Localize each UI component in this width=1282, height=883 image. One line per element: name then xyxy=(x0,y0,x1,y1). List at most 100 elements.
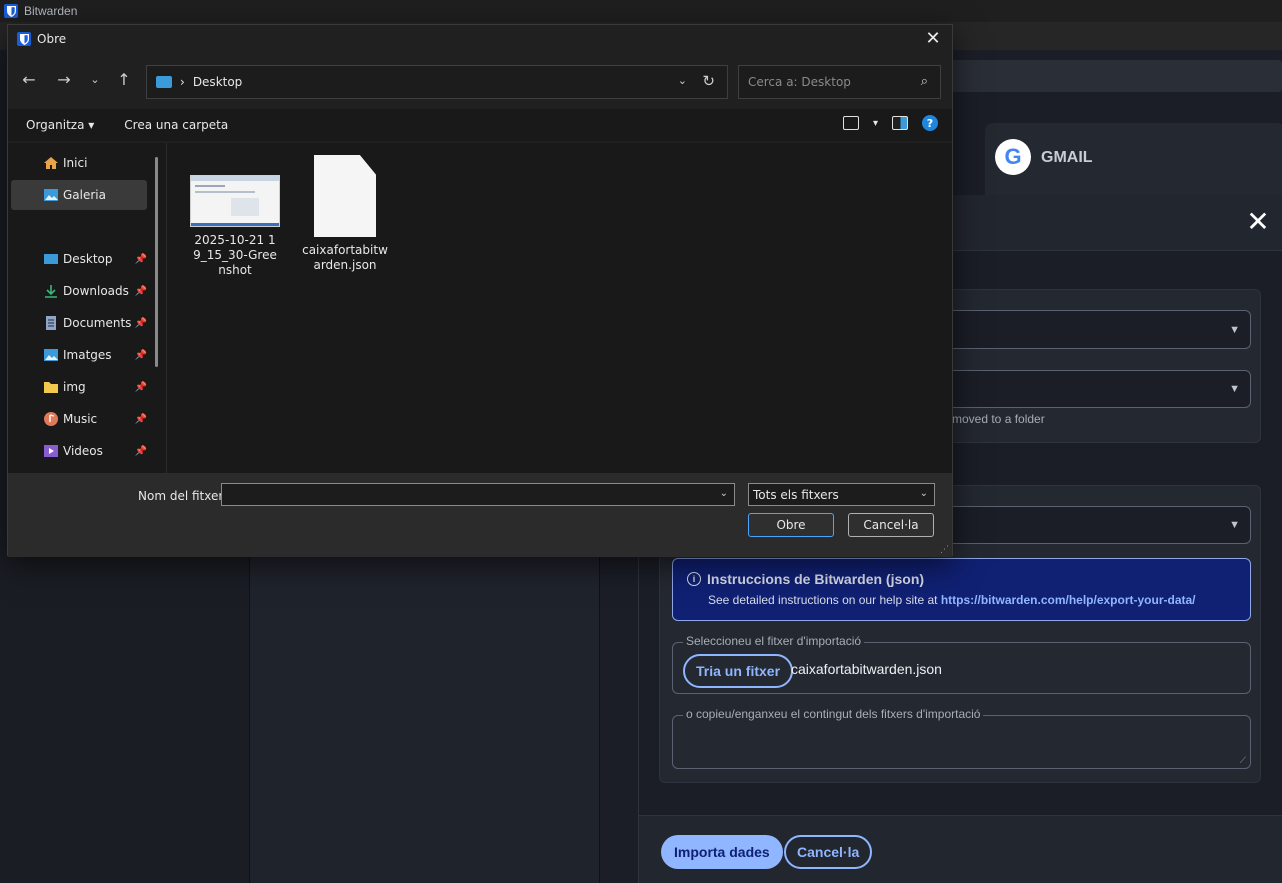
file-open-dialog: Obre ✕ ← → ⌄ ↑ › Desktop ⌄ ↻ Cerca a: De… xyxy=(7,24,953,557)
sidebar-item-label: img xyxy=(63,380,86,394)
music-icon xyxy=(44,412,58,426)
folder-icon xyxy=(44,382,58,393)
file-name: caixafortabitwarden.json xyxy=(302,243,388,272)
documents-icon xyxy=(46,316,56,330)
navigation-pane: Inici Galeria Desktop 📌 Downloads 📌 Docu… xyxy=(8,143,166,473)
address-bar[interactable]: › Desktop ⌄ ↻ xyxy=(146,65,728,99)
app-titlebar: Bitwarden xyxy=(0,0,1282,22)
chevron-down-icon[interactable]: ⌄ xyxy=(720,488,728,499)
pin-icon[interactable]: 📌 xyxy=(135,446,147,457)
sidebar-item-label: Desktop xyxy=(63,252,113,266)
cancel-button[interactable]: Cancel·la xyxy=(848,513,934,537)
sidebar-item-downloads[interactable]: Downloads 📌 xyxy=(11,276,147,306)
sidebar-item-label: Galeria xyxy=(63,188,106,202)
folder-hint: moved to a folder xyxy=(952,412,1045,426)
chevron-down-icon[interactable]: ⌄ xyxy=(84,69,106,91)
pin-icon[interactable]: 📌 xyxy=(135,414,147,425)
help-icon[interactable]: ? xyxy=(922,115,938,131)
sidebar-item-desktop[interactable]: Desktop 📌 xyxy=(11,244,147,274)
download-icon xyxy=(45,285,57,298)
sidebar-item-label: Inici xyxy=(63,156,88,170)
sidebar-item-label: Music xyxy=(63,412,98,426)
app-title: Bitwarden xyxy=(24,4,78,18)
close-icon[interactable]: ✕ xyxy=(922,28,944,50)
search-input[interactable]: Cerca a: Desktop ⌕ xyxy=(738,65,941,99)
open-button[interactable]: Obre xyxy=(748,513,834,537)
info-icon: i xyxy=(687,572,701,586)
nav-pane-scrollbar[interactable] xyxy=(155,157,158,367)
refresh-icon[interactable]: ↻ xyxy=(702,72,715,90)
home-icon xyxy=(44,157,58,169)
bitwarden-logo-icon xyxy=(17,32,31,46)
up-arrow-icon[interactable]: ↑ xyxy=(113,69,135,91)
sidebar-item-music[interactable]: Music 📌 xyxy=(11,404,147,434)
bitwarden-logo-icon xyxy=(4,4,18,18)
pin-icon[interactable]: 📌 xyxy=(135,318,147,329)
import-data-button[interactable]: Importa dades xyxy=(661,835,783,869)
chosen-file-name: caixafortabitwarden.json xyxy=(791,661,942,677)
pin-icon[interactable]: 📌 xyxy=(135,382,147,393)
breadcrumb-separator-icon: › xyxy=(180,75,185,89)
close-icon[interactable]: ✕ xyxy=(1243,207,1273,237)
breadcrumb: Desktop xyxy=(192,75,243,89)
file-item[interactable]: 2025-10-21 19_15_30-Greenshot xyxy=(187,143,283,278)
instructions-callout: i Instruccions de Bitwarden (json) See d… xyxy=(672,558,1251,621)
file-dialog-bottom-bar: Nom del fitxer: ⌄ Tots els fitxers ⌄ Obr… xyxy=(8,473,952,557)
file-type-select[interactable]: Tots els fitxers ⌄ xyxy=(748,483,935,506)
forward-arrow-icon[interactable]: → xyxy=(53,69,75,91)
resize-grip-icon[interactable]: ⋰ xyxy=(940,545,949,555)
sidebar-item-label: Documents xyxy=(63,316,132,330)
json-file-icon xyxy=(314,155,376,237)
file-dialog-navbar: ← → ⌄ ↑ › Desktop ⌄ ↻ Cerca a: Desktop ⌕ xyxy=(8,61,952,101)
gmail-item-name: GMAIL xyxy=(1041,149,1093,166)
sidebar-item-documents[interactable]: Documents 📌 xyxy=(11,308,147,338)
file-dialog-titlebar: Obre ✕ xyxy=(8,25,952,53)
instructions-title: Instruccions de Bitwarden (json) xyxy=(707,571,925,587)
sidebar-item-home[interactable]: Inici xyxy=(11,148,147,178)
google-icon: G xyxy=(995,139,1031,175)
pin-icon[interactable]: 📌 xyxy=(135,350,147,361)
pin-icon[interactable]: 📌 xyxy=(135,254,147,265)
sidebar-item-videos[interactable]: Videos 📌 xyxy=(11,436,147,466)
paste-contents-legend: o copieu/enganxeu el contingut dels fitx… xyxy=(683,707,984,721)
search-placeholder: Cerca a: Desktop xyxy=(748,75,851,89)
desktop-icon xyxy=(44,254,58,264)
sidebar-item-gallery[interactable]: Galeria xyxy=(11,180,147,210)
pin-icon[interactable]: 📌 xyxy=(135,286,147,297)
choose-file-button[interactable]: Tria un fitxer xyxy=(683,654,794,688)
search-icon: ⌕ xyxy=(920,74,928,89)
resize-handle-icon[interactable]: ⟋ xyxy=(1240,755,1246,766)
screenshot-thumbnail-icon xyxy=(190,175,280,227)
sidebar-item-label: Downloads xyxy=(63,284,129,298)
preview-pane-icon[interactable] xyxy=(892,116,908,130)
file-item[interactable]: caixafortabitwarden.json xyxy=(297,143,393,273)
chevron-down-icon[interactable]: ▾ xyxy=(873,118,878,129)
sidebar-item-label: Imatges xyxy=(63,348,112,362)
chevron-down-icon: ⌄ xyxy=(919,488,928,499)
cancel-import-button[interactable]: Cancel·la xyxy=(784,835,873,869)
file-list: 2025-10-21 19_15_30-Greenshot caixaforta… xyxy=(166,143,952,473)
new-folder-button[interactable]: Crea una carpeta xyxy=(124,118,228,132)
file-select-fieldset: Seleccioneu el fitxer d'importació Tria … xyxy=(672,634,1251,694)
filename-input[interactable]: ⌄ xyxy=(221,483,735,506)
view-mode-icon[interactable] xyxy=(842,116,859,130)
desktop-icon xyxy=(156,76,172,88)
back-arrow-icon[interactable]: ← xyxy=(18,69,40,91)
sidebar-item-pictures[interactable]: Imatges 📌 xyxy=(11,340,147,370)
filename-label: Nom del fitxer: xyxy=(138,489,228,503)
chevron-down-icon[interactable]: ⌄ xyxy=(678,74,687,87)
paste-contents-textarea[interactable]: o copieu/enganxeu el contingut dels fitx… xyxy=(672,707,1251,769)
help-link[interactable]: https://bitwarden.com/help/export-your-d… xyxy=(941,593,1196,607)
videos-icon xyxy=(44,445,58,457)
file-dialog-toolbar: Organitza ▾ Crea una carpeta ▾ ? xyxy=(8,109,952,141)
sidebar-item-label: Videos xyxy=(63,444,103,458)
gmail-item-card[interactable]: G GMAIL xyxy=(985,123,1282,203)
gallery-icon xyxy=(44,189,58,201)
sidebar-item-img[interactable]: img 📌 xyxy=(11,372,147,402)
file-select-legend: Seleccioneu el fitxer d'importació xyxy=(683,634,865,648)
file-name: 2025-10-21 19_15_30-Greenshot xyxy=(193,233,277,277)
instructions-text: See detailed instructions on our help si… xyxy=(708,593,938,607)
organize-menu[interactable]: Organitza ▾ xyxy=(26,118,94,132)
import-dialog-footer: Importa dades Cancel·la xyxy=(639,815,1282,883)
pictures-icon xyxy=(44,349,58,361)
